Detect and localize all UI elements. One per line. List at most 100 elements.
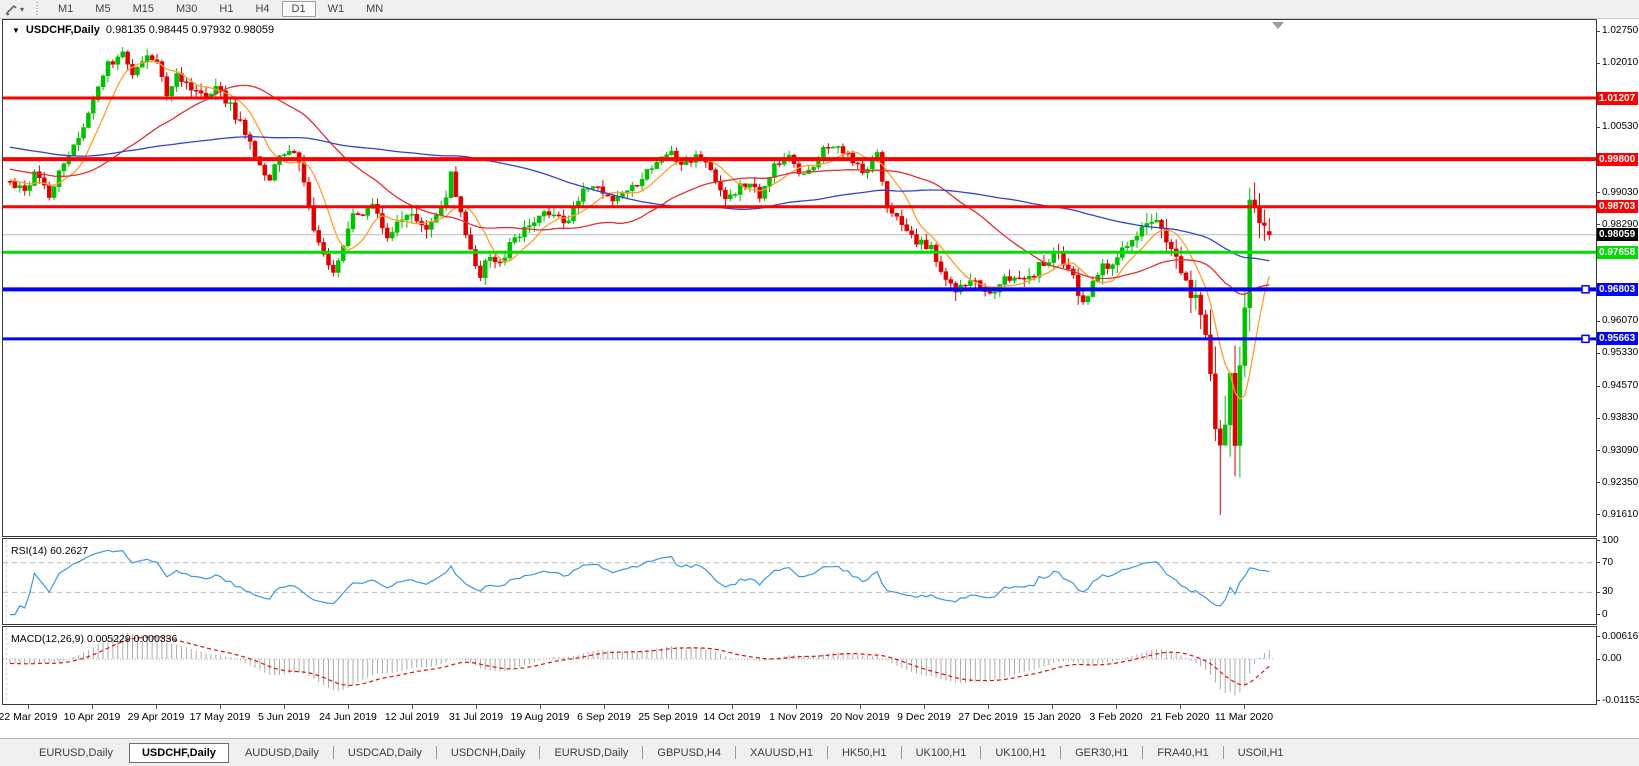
price-tick-label: 0.94570 [1602, 380, 1639, 392]
rsi-tick-label-tick [1596, 614, 1600, 615]
timeframe-button-h1[interactable]: H1 [209, 1, 243, 17]
panel-splitter[interactable] [4, 628, 9, 703]
date-tick [988, 705, 989, 709]
hline-price-badge: 0.95663 [1597, 332, 1638, 345]
macd-tick-label-tick [1596, 636, 1600, 637]
macd-panel[interactable] [2, 626, 1597, 705]
date-tick [28, 705, 29, 709]
macd-tick-label-tick [1596, 700, 1600, 701]
date-label: 1 Nov 2019 [769, 711, 823, 723]
price-tick-label-tick [1596, 192, 1600, 193]
price-tick-label-tick [1596, 514, 1600, 515]
pencil-icon[interactable] [4, 3, 18, 16]
chart-tab-bar: EURUSD,DailyUSDCHF,DailyAUDUSD,DailyUSDC… [0, 738, 1639, 766]
price-tick-label-tick [1596, 482, 1600, 483]
price-tick-label: 1.02010 [1602, 57, 1639, 69]
chart-tab-usdcnh-daily[interactable]: USDCNH,Daily [438, 744, 539, 762]
chart-tab-fra40-h1[interactable]: FRA40,H1 [1144, 744, 1221, 762]
timeframe-button-h4[interactable]: H4 [245, 1, 279, 17]
timeframe-buttons: M1M5M15M30H1H4D1W1MN [47, 1, 394, 17]
top-toolbar: ▾ M1M5M15M30H1H4D1W1MN [0, 0, 1639, 19]
price-tick-label-tick [1596, 418, 1600, 419]
rsi-tick-label: 30 [1602, 586, 1639, 598]
panel-splitter[interactable] [4, 540, 9, 623]
chart-menu-icon[interactable]: ▼ [12, 26, 20, 35]
tab-separator [901, 746, 902, 759]
date-label: 9 Dec 2019 [897, 711, 951, 723]
price-tick-label: 0.93830 [1602, 412, 1639, 424]
hline-price-badge: 0.98703 [1597, 200, 1638, 213]
price-tick-label: 0.99030 [1602, 187, 1639, 199]
hline-price-badge: 0.99800 [1597, 153, 1638, 166]
chart-tab-uk100-h1[interactable]: UK100,H1 [982, 744, 1059, 762]
date-tick [604, 705, 605, 709]
date-tick [540, 705, 541, 709]
macd-label: MACD(12,26,9) 0.005229 0.000336 [11, 633, 177, 645]
hline-price-badge: 0.97658 [1597, 246, 1638, 259]
rsi-label: RSI(14) 60.2627 [11, 545, 88, 557]
timeframe-button-m5[interactable]: M5 [85, 1, 120, 17]
date-label: 19 Aug 2019 [511, 711, 570, 723]
tab-separator [1223, 746, 1224, 759]
tab-separator [436, 746, 437, 759]
price-tick-label: 0.95330 [1602, 347, 1639, 359]
date-tick [860, 705, 861, 709]
chart-tab-usdcad-daily[interactable]: USDCAD,Daily [335, 744, 435, 762]
price-tick-label-tick [1596, 31, 1600, 32]
chart-tab-eurusd-daily[interactable]: EURUSD,Daily [541, 744, 641, 762]
timeframe-button-mn[interactable]: MN [356, 1, 393, 17]
date-axis: 22 Mar 201910 Apr 201929 Apr 201917 May … [0, 705, 1639, 738]
macd-tick-label: 0.006167 [1602, 631, 1639, 643]
rsi-panel[interactable] [2, 538, 1597, 625]
date-label: 15 Jan 2020 [1023, 711, 1081, 723]
rsi-tick-label-tick [1596, 540, 1600, 541]
timeframe-button-m1[interactable]: M1 [48, 1, 83, 17]
toolbar-grip[interactable] [34, 2, 39, 16]
date-tick [412, 705, 413, 709]
date-tick [348, 705, 349, 709]
date-label: 6 Sep 2019 [577, 711, 631, 723]
main-chart-panel[interactable] [2, 19, 1597, 537]
date-tick [732, 705, 733, 709]
price-tick-label: 1.02750 [1602, 25, 1639, 37]
chart-tab-usoil-h1[interactable]: USOil,H1 [1225, 744, 1297, 762]
chart-ohlc-values: 0.98135 0.98445 0.97932 0.98059 [106, 24, 274, 36]
tab-separator [1060, 746, 1061, 759]
tab-separator [735, 746, 736, 759]
tab-separator [827, 746, 828, 759]
date-tick [1052, 705, 1053, 709]
chart-tab-gbpusd-h4[interactable]: GBPUSD,H4 [644, 744, 734, 762]
rsi-tick-label: 70 [1602, 557, 1639, 569]
date-tick [924, 705, 925, 709]
timeframe-button-m15[interactable]: M15 [123, 1, 164, 17]
date-label: 12 Jul 2019 [385, 711, 439, 723]
date-label: 24 Jun 2019 [319, 711, 377, 723]
date-label: 10 Apr 2019 [64, 711, 121, 723]
date-label: 27 Dec 2019 [958, 711, 1018, 723]
date-label: 3 Feb 2020 [1089, 711, 1142, 723]
chart-tab-usdchf-daily[interactable]: USDCHF,Daily [129, 743, 229, 763]
date-label: 25 Sep 2019 [638, 711, 698, 723]
date-tick [1180, 705, 1181, 709]
date-tick [1116, 705, 1117, 709]
date-label: 29 Apr 2019 [128, 711, 185, 723]
chart-tab-xauusd-h1[interactable]: XAUUSD,H1 [737, 744, 826, 762]
mt4-terminal: { "toolbar": { "drawing_tool_icon": "pen… [0, 0, 1639, 766]
chart-tab-hk50-h1[interactable]: HK50,H1 [829, 744, 900, 762]
chart-tab-uk100-h1[interactable]: UK100,H1 [903, 744, 980, 762]
rsi-tick-label-tick [1596, 592, 1600, 593]
price-tick-label-tick [1596, 63, 1600, 64]
price-tick-label-tick [1596, 386, 1600, 387]
chart-tab-eurusd-daily[interactable]: EURUSD,Daily [26, 744, 126, 762]
date-tick [220, 705, 221, 709]
chart-tab-ger30-h1[interactable]: GER30,H1 [1062, 744, 1141, 762]
tab-separator [333, 746, 334, 759]
timeframe-button-m30[interactable]: M30 [166, 1, 207, 17]
timeframe-button-w1[interactable]: W1 [318, 1, 355, 17]
chevron-down-icon[interactable]: ▾ [20, 5, 24, 14]
timeframe-button-d1[interactable]: D1 [282, 1, 316, 17]
rsi-tick-label: 0 [1602, 609, 1639, 621]
date-label: 14 Oct 2019 [703, 711, 760, 723]
price-tick-label-tick [1596, 321, 1600, 322]
chart-tab-audusd-daily[interactable]: AUDUSD,Daily [232, 744, 332, 762]
